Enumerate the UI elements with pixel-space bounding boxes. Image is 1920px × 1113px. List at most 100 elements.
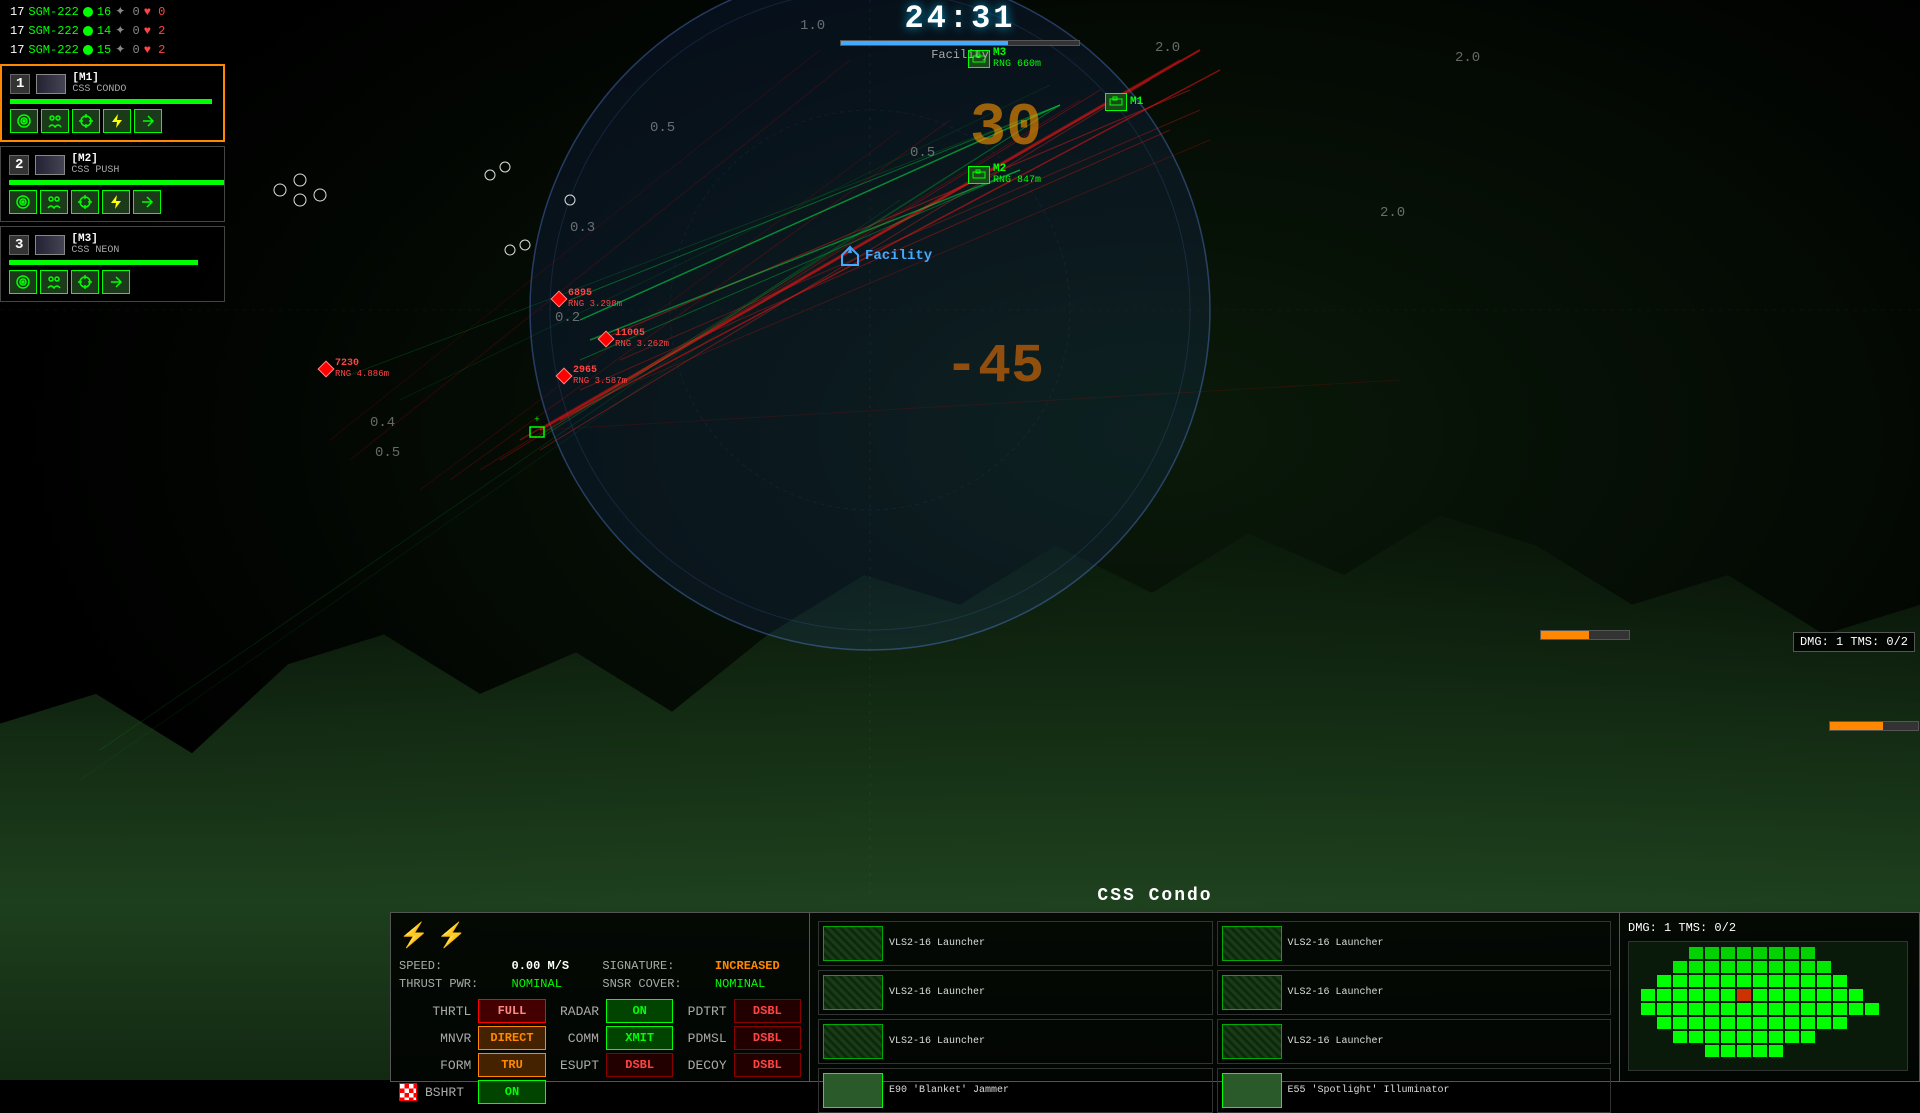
unit-m2-actions	[5, 187, 220, 217]
weapon-slot-6[interactable]: VLS2-16 Launcher	[1217, 1019, 1612, 1064]
unit-m1-tag: [M1]	[72, 72, 126, 84]
lbl-radar: RADAR	[549, 1000, 603, 1023]
lbl-comm: COMM	[549, 1027, 603, 1050]
unit-m3-tag: [M3]	[71, 233, 119, 245]
unit-m2-health	[9, 180, 224, 185]
unit-m1-number: 1	[10, 74, 30, 94]
big-num-1: 30	[970, 95, 1042, 163]
grid-label-10: 0.5	[375, 445, 400, 461]
weapon-icon-2	[1222, 926, 1282, 961]
unit-m3-icon	[35, 235, 65, 255]
weapon-icon-1	[823, 926, 883, 961]
unit-m3-name: CSS NEON	[71, 245, 119, 256]
weapon-slot-5[interactable]: VLS2-16 Launcher	[818, 1019, 1213, 1064]
unit-m2-btn-target[interactable]	[71, 190, 99, 214]
btn-pdtrt[interactable]: DSBL	[734, 999, 801, 1023]
btn-comm[interactable]: XMIT	[606, 1026, 673, 1050]
weapon-slots: VLS2-16 Launcher VLS2-16 Launcher VLS2-1…	[818, 921, 1611, 1113]
top-dmg-fill	[1830, 722, 1883, 730]
game-canvas: + 1.0 2.0 2.0 2.0 0.5 0.5 0.3 0.2 0.4 0.…	[0, 0, 1920, 1080]
btn-thrtl[interactable]: FULL	[478, 999, 545, 1023]
unit-m2-btn-people[interactable]	[40, 190, 68, 214]
thrust-val: NOMINAL	[512, 977, 591, 991]
dmg-indicator-fill	[1541, 631, 1589, 639]
btn-form[interactable]: TRU	[478, 1053, 545, 1077]
map-unit-m2[interactable]: M2 RNG 847m	[968, 163, 1041, 186]
unit-m2-btn-arrow[interactable]	[133, 190, 161, 214]
weapon-name-7: E90 'Blanket' Jammer	[889, 1085, 1009, 1096]
enemy-2: 11005 RNG 3.262m	[600, 328, 669, 349]
dmg-row: DMG: 1 TMS: 0/2	[1628, 921, 1911, 935]
unit-m2-number: 2	[9, 155, 29, 175]
unit-m1-btn-arrow[interactable]	[134, 109, 162, 133]
unit-m3-header: 3 [M3] CSS NEON	[5, 231, 220, 258]
timer-display: 24:31	[904, 0, 1015, 37]
weapon-slot-2[interactable]: VLS2-16 Launcher	[1217, 921, 1612, 966]
timer-label: Facility	[931, 48, 989, 62]
weapons-section: VLS2-16 Launcher VLS2-16 Launcher VLS2-1…	[810, 912, 1620, 1082]
unit-m3-btn-target[interactable]	[71, 270, 99, 294]
ammo-dot-2	[83, 26, 93, 36]
timer-bar: 24:31 Facility	[840, 0, 1080, 62]
btn-radar[interactable]: ON	[606, 999, 673, 1023]
unit-m3-btn-radar[interactable]	[9, 270, 37, 294]
ammo-name-3: SGM-222	[28, 43, 78, 57]
btn-mnvr[interactable]: DIRECT	[478, 1026, 545, 1050]
weapon-icon-8	[1222, 1073, 1282, 1108]
unit-m3-health	[9, 260, 198, 265]
weapon-slot-3[interactable]: VLS2-16 Launcher	[818, 970, 1213, 1015]
weapon-slot-7[interactable]: E90 'Blanket' Jammer	[818, 1068, 1213, 1113]
enemy-3: 2965 RNG 3.587m	[558, 365, 627, 386]
grid-label-9: 0.4	[370, 415, 395, 431]
speed-label: SPEED:	[399, 959, 500, 973]
unit-m1-name: CSS CONDO	[72, 84, 126, 95]
unit-m1-btn-people[interactable]	[41, 109, 69, 133]
weapon-icon-7	[823, 1073, 883, 1108]
weapon-name-4: VLS2-16 Launcher	[1288, 987, 1384, 998]
unit-m2-btn-lightning[interactable]	[102, 190, 130, 214]
lightning-icons: ⚡ ⚡	[399, 921, 801, 951]
unit-m3-btn-arrow[interactable]	[102, 270, 130, 294]
unit-m1-btn-radar[interactable]	[10, 109, 38, 133]
btn-esupt[interactable]: DSBL	[606, 1053, 673, 1077]
unit-m1-btn-lightning[interactable]	[103, 109, 131, 133]
ship-diagram-section: DMG: 1 TMS: 0/2	[1620, 912, 1920, 1082]
enemy-4: 7230 RNG 4.886m	[320, 358, 389, 379]
ctrl-grid: THRTL FULL RADAR ON PDTRT DSBL MNVR DIRE…	[399, 999, 801, 1104]
grid-label-1: 1.0	[800, 18, 825, 34]
btn-decoy[interactable]: DSBL	[734, 1053, 801, 1077]
lightning-icon-2: ⚡	[437, 921, 467, 951]
unit-m2-btn-radar[interactable]	[9, 190, 37, 214]
thrust-label: THRUST PWR:	[399, 977, 500, 991]
btn-pdmsl[interactable]: DSBL	[734, 1026, 801, 1050]
weapon-name-8: E55 'Spotlight' Illuminator	[1288, 1085, 1450, 1096]
weapon-slot-1[interactable]: VLS2-16 Launcher	[818, 921, 1213, 966]
left-panel: 17 SGM-222 16 ✦ 0 ♥ 0 17 SGM-222 14 ✦ 0 …	[0, 0, 225, 306]
unit-m3-actions	[5, 267, 220, 297]
grid-label-3: 2.0	[1380, 205, 1405, 221]
map-unit-m1[interactable]: M1	[1105, 93, 1143, 111]
grid-label-2: 2.0	[1155, 40, 1180, 56]
unit-card-m2[interactable]: 2 [M2] CSS PUSH	[0, 146, 225, 222]
weapon-slot-4[interactable]: VLS2-16 Launcher	[1217, 970, 1612, 1015]
weapon-name-5: VLS2-16 Launcher	[889, 1036, 985, 1047]
weapon-icon-4	[1222, 975, 1282, 1010]
big-num-2: -45	[945, 335, 1044, 398]
facility-label: Facility	[865, 248, 932, 264]
btn-bshrt[interactable]: ON	[478, 1080, 545, 1104]
unit-m1-icon	[36, 74, 66, 94]
unit-card-m1[interactable]: 1 [M1] CSS CONDO	[0, 64, 225, 142]
speed-val: 0.00 M/S	[512, 959, 591, 973]
ammo-name-2: SGM-222	[28, 24, 78, 38]
lbl-bshrt: BSHRT	[421, 1081, 468, 1104]
weapon-slot-8[interactable]: E55 'Spotlight' Illuminator	[1217, 1068, 1612, 1113]
unit-card-m3[interactable]: 3 [M3] CSS NEON	[0, 226, 225, 302]
unit-m1-btn-target[interactable]	[72, 109, 100, 133]
unit-m3-btn-people[interactable]	[40, 270, 68, 294]
unit-m1-header: 1 [M1] CSS CONDO	[6, 70, 219, 97]
ammo-row-2: 17 SGM-222 14 ✦ 0 ♥ 2	[5, 21, 220, 40]
lightning-icon-1: ⚡	[399, 921, 429, 951]
enemy-1: 6895 RNG 3.298m	[553, 288, 622, 309]
hud-main: ⚡ ⚡ SPEED: 0.00 M/S SIGNATURE: INCREASED…	[390, 912, 1920, 1082]
lbl-thrtl: THRTL	[399, 1000, 475, 1023]
